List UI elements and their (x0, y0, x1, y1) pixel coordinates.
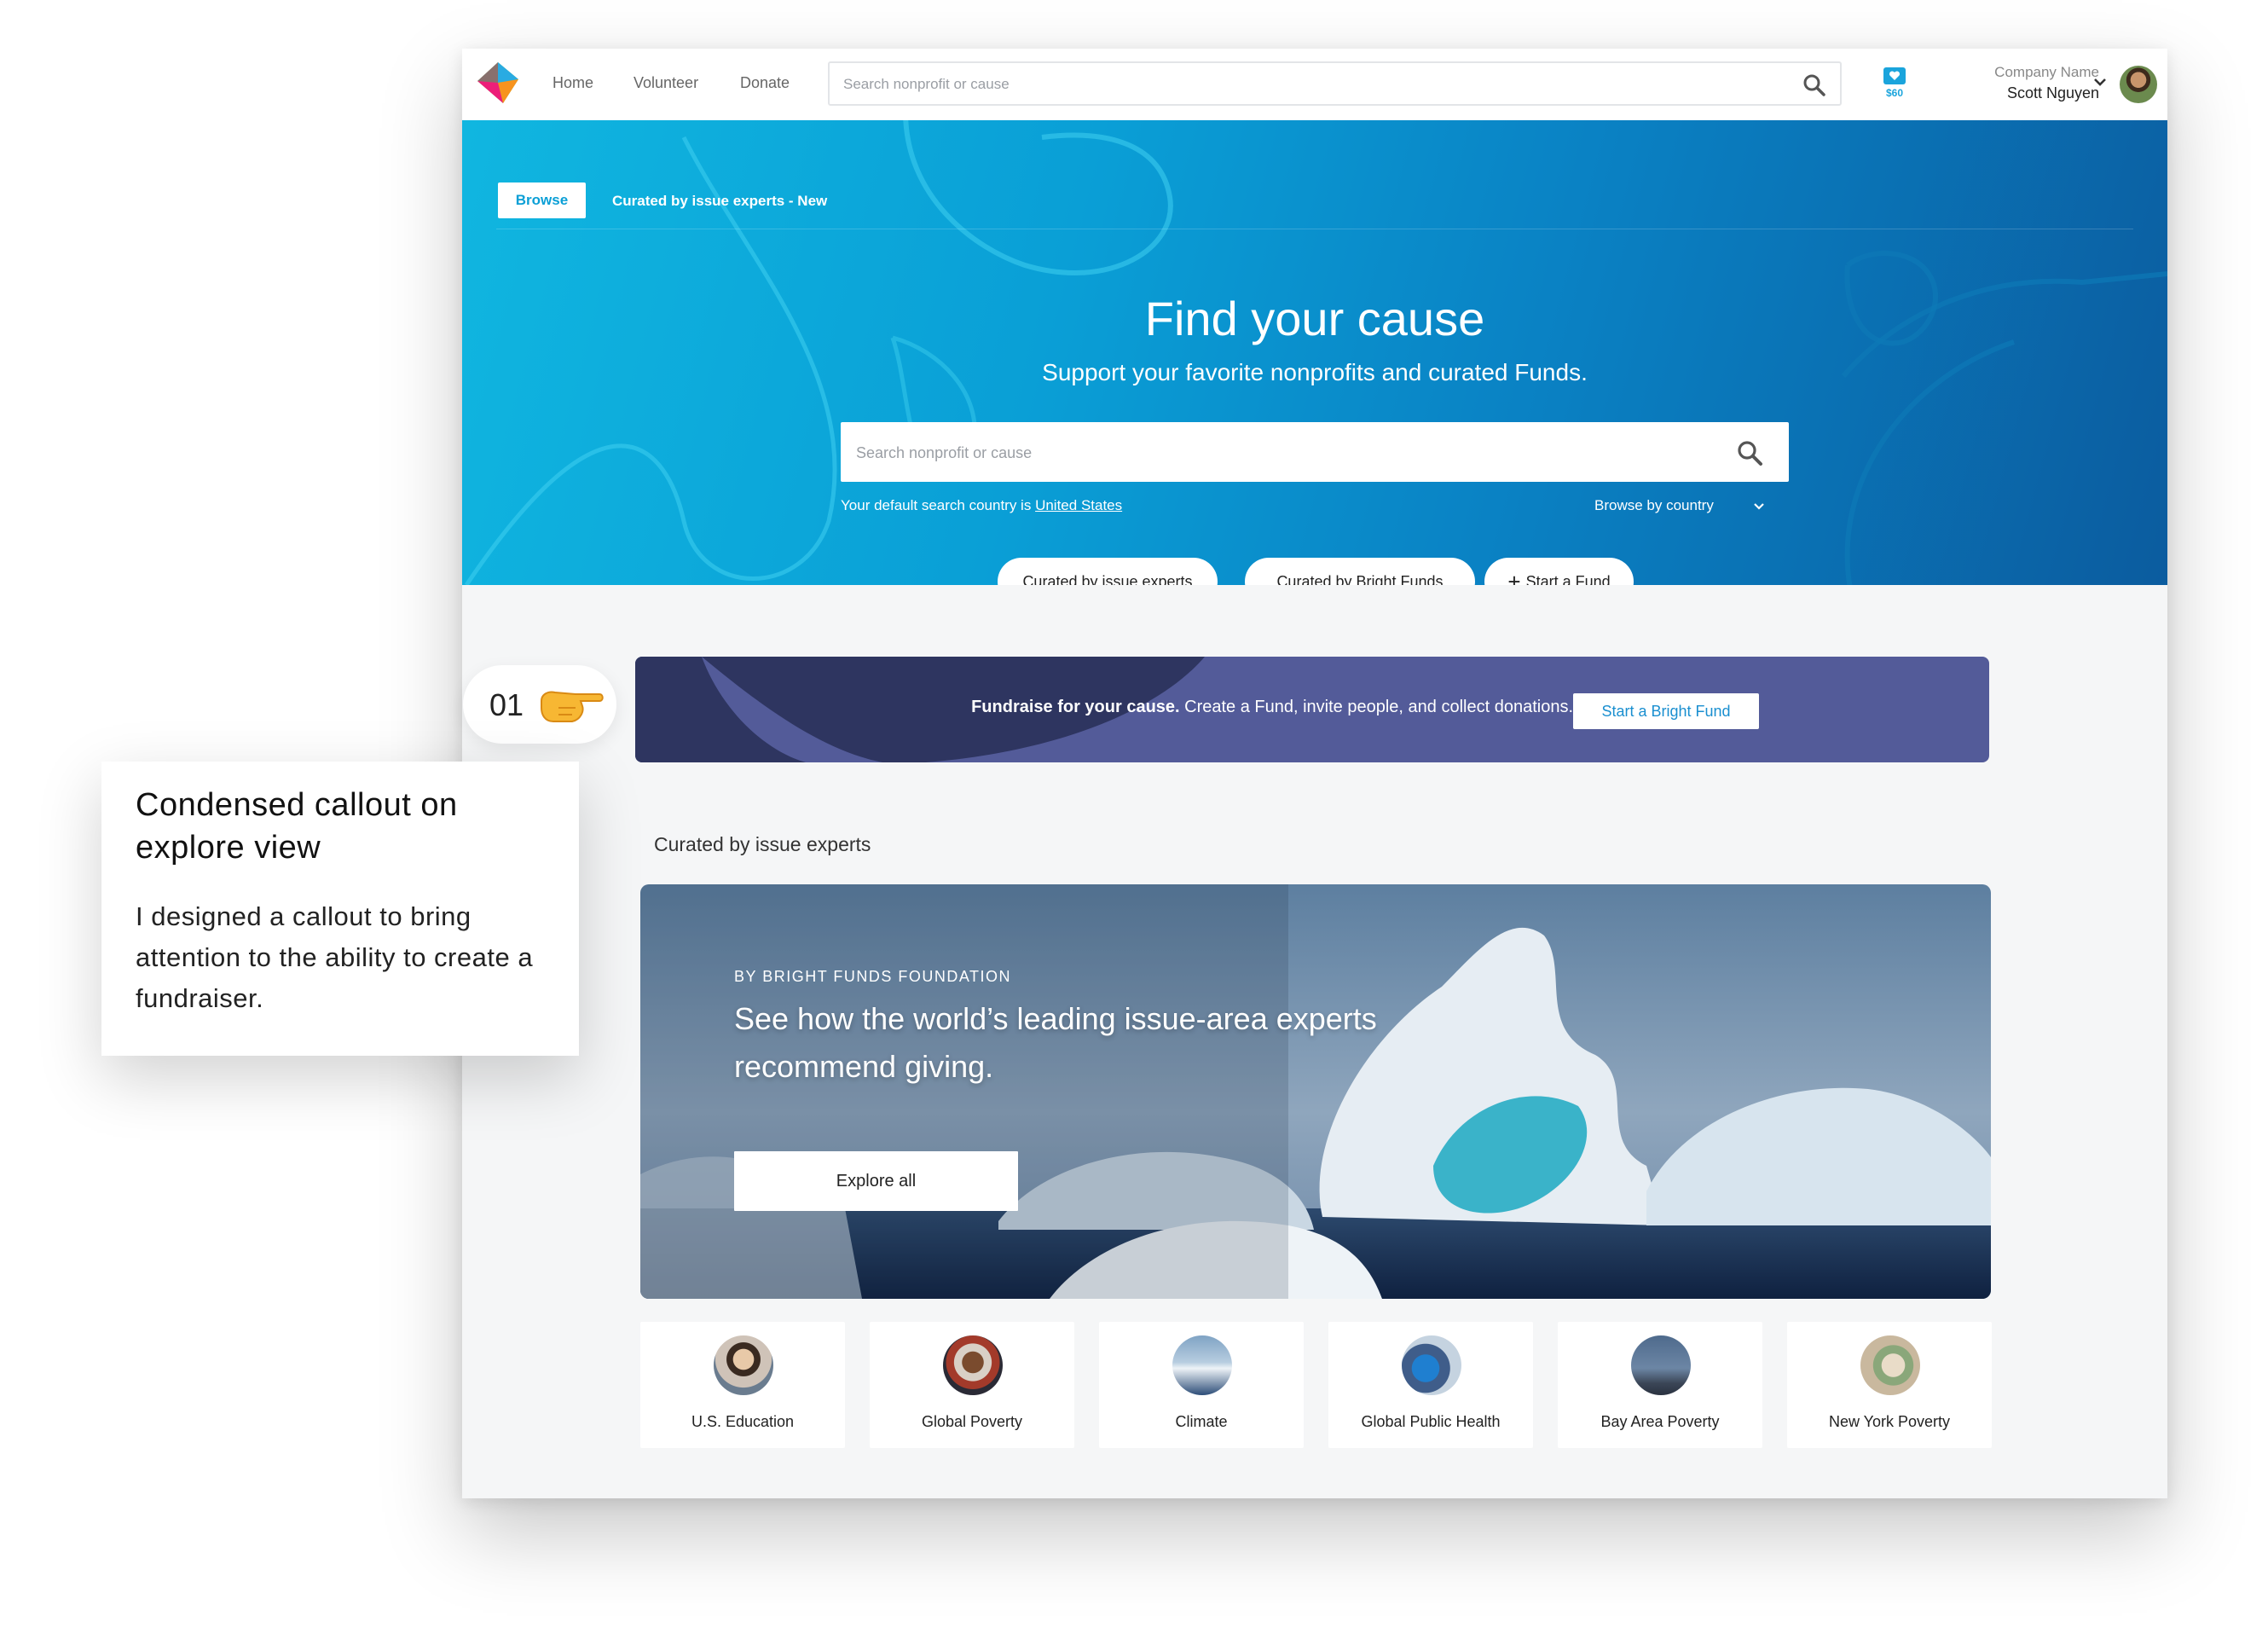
search-icon[interactable] (1802, 73, 1826, 97)
company-name: Company Name (1994, 64, 2099, 80)
bright-funds-logo-icon[interactable] (474, 59, 522, 107)
category-card-global-public-health[interactable]: Global Public Health (1328, 1322, 1533, 1448)
chevron-down-icon[interactable] (1753, 502, 1765, 511)
featured-card[interactable]: BY BRIGHT FUNDS FOUNDATION See how the w… (640, 884, 1991, 1299)
category-card-new-york-poverty[interactable]: New York Poverty (1787, 1322, 1992, 1448)
hero-decoration (464, 120, 2167, 585)
top-navigation: Home Volunteer Donate $60 Company Name S… (462, 49, 2167, 120)
browse-by-country-dropdown[interactable]: Browse by country (1594, 497, 1714, 514)
start-a-fund-label: Start a Fund (1525, 572, 1611, 586)
app-window: Home Volunteer Donate $60 Company Name S… (462, 49, 2167, 1498)
category-label: Global Poverty (921, 1413, 1023, 1430)
category-label: Bay Area Poverty (1600, 1413, 1720, 1430)
nav-home-link[interactable]: Home (553, 74, 593, 92)
avatar[interactable] (2120, 66, 2157, 103)
banner-text-rest: Create a Fund, invite people, and collec… (1179, 698, 1573, 716)
start-a-bright-fund-button[interactable]: Start a Bright Fund (1573, 693, 1759, 729)
hero-search-input[interactable] (854, 441, 1710, 465)
heart-wallet-icon (1883, 67, 1906, 84)
annotation-title: Condensed callout on explore view (136, 787, 458, 866)
start-a-fund-button[interactable]: + Start a Fund (1484, 558, 1634, 585)
featured-headline: See how the world’s leading issue-area e… (734, 1001, 1377, 1084)
iceberg-photo (640, 884, 1991, 1299)
category-card-global-poverty[interactable]: Global Poverty (870, 1322, 1074, 1448)
annotation-card: Condensed callout on explore view I desi… (101, 762, 579, 1056)
nav-search-input[interactable] (842, 73, 1783, 96)
search-icon[interactable] (1736, 439, 1763, 466)
curated-by-bright-funds-button[interactable]: Curated by Bright Funds (1245, 558, 1475, 585)
user-name: Scott Nguyen (2006, 84, 2099, 101)
category-thumbnail (1402, 1335, 1461, 1395)
category-label: Global Public Health (1361, 1413, 1501, 1430)
fundraise-callout-banner: Fundraise for your cause. Create a Fund,… (635, 657, 1989, 762)
tab-curated-by-issue-experts[interactable]: Curated by issue experts - New (612, 193, 827, 210)
category-card-bay-area-poverty[interactable]: Bay Area Poverty (1558, 1322, 1762, 1448)
default-country-text: Your default search country is United St… (841, 497, 1122, 514)
pointing-hand-icon (541, 691, 604, 722)
category-label: Climate (1175, 1413, 1228, 1430)
default-country-link[interactable]: United States (1035, 497, 1122, 513)
account-menu[interactable]: Company Name Scott Nguyen (1946, 64, 2099, 102)
annotation-body: I designed a callout to bring attention … (136, 901, 534, 1013)
category-thumbnail (714, 1335, 773, 1395)
wallet-balance[interactable]: $60 (1877, 67, 1912, 104)
category-label: New York Poverty (1828, 1413, 1951, 1430)
nav-donate-link[interactable]: Donate (740, 74, 790, 92)
category-thumbnail (1172, 1335, 1232, 1395)
hero-subtitle: Support your favorite nonprofits and cur… (1042, 359, 1588, 385)
hero-search-box (841, 422, 1789, 482)
curated-by-issue-experts-button[interactable]: Curated by issue experts (998, 558, 1218, 585)
section-title: Curated by issue experts (654, 833, 871, 855)
category-card-us-education[interactable]: U.S. Education (640, 1322, 845, 1448)
explore-all-button[interactable]: Explore all (734, 1151, 1018, 1211)
category-thumbnail (1860, 1335, 1920, 1395)
category-thumbnail (943, 1335, 1003, 1395)
nav-search-box (828, 61, 1842, 106)
step-number: 01 (489, 687, 524, 722)
banner-text-bold: Fundraise for your cause. (971, 698, 1180, 716)
banner-text: Fundraise for your cause. Create a Fund,… (635, 698, 1573, 717)
nav-volunteer-link[interactable]: Volunteer (634, 74, 698, 92)
chevron-down-icon[interactable] (2093, 77, 2107, 87)
category-thumbnail (1631, 1335, 1691, 1395)
tab-browse[interactable]: Browse (498, 182, 586, 218)
plus-icon: + (1507, 568, 1521, 586)
default-country-prefix: Your default search country is (841, 497, 1032, 513)
category-card-climate[interactable]: Climate (1099, 1322, 1304, 1448)
category-label: U.S. Education (691, 1413, 795, 1430)
hero-title: Find your cause (1144, 292, 1485, 345)
hero-section: Browse Curated by issue experts - New Fi… (462, 120, 2167, 585)
wallet-amount: $60 (1885, 87, 1904, 99)
step-badge: 01 (463, 665, 616, 744)
featured-org: BY BRIGHT FUNDS FOUNDATION (734, 968, 1012, 985)
